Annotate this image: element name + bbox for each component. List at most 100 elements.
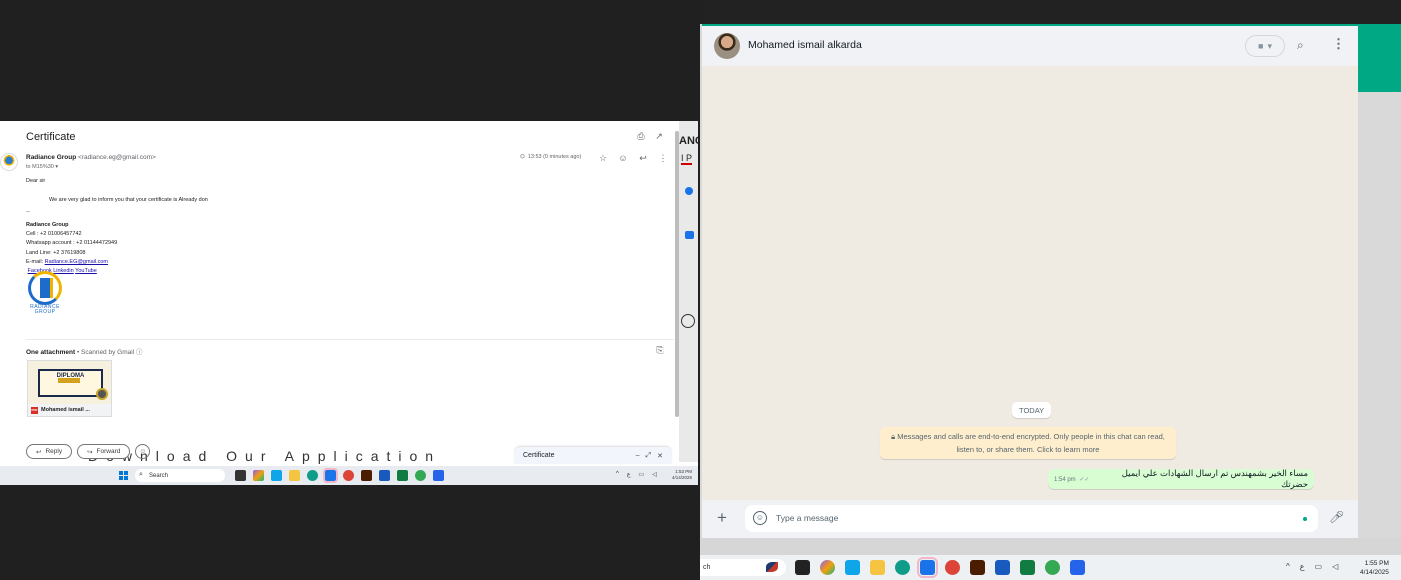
taskbar-clock[interactable]: 1:55 PM 4/14/2025 — [1360, 559, 1389, 577]
message-actions: ☆ ☺ ↩ ⋮ — [598, 153, 668, 163]
print-icon[interactable]: ⎙ — [636, 131, 646, 141]
attachment-thumbnail[interactable]: DIPLOMA PDF Mohamed ismail ... — [27, 360, 112, 417]
recipient: to M15%30 — [26, 164, 54, 170]
file-explorer-icon[interactable] — [289, 470, 300, 481]
language-indicator[interactable]: ع — [627, 471, 631, 478]
sender-email: <radiance.eg@gmail.com> — [78, 154, 156, 161]
label-icon[interactable]: ⌬ — [520, 154, 525, 160]
network-icon[interactable]: ▭ — [1315, 562, 1323, 571]
side-circle-button[interactable] — [681, 314, 695, 328]
compose-window-minimized[interactable]: Certificate – ⤢ ✕ — [515, 447, 671, 464]
chrome-icon[interactable] — [945, 560, 960, 575]
search-icon[interactable]: ⌕ — [1297, 38, 1304, 53]
reply-icon[interactable]: ↩ — [638, 153, 648, 163]
divider — [26, 339, 674, 340]
copilot-icon[interactable] — [253, 470, 264, 481]
task-view-icon[interactable] — [235, 470, 246, 481]
signature-landline: Land Line: +2 37619808 — [26, 249, 86, 256]
info-icon[interactable]: ⓘ — [136, 349, 143, 356]
task-view-icon[interactable] — [795, 560, 810, 575]
message-input-box[interactable]: ☺ Type a message — [745, 505, 1318, 532]
message-text: We are very glad to inform you that your… — [49, 197, 208, 204]
chrome-profile-icon[interactable] — [415, 470, 426, 481]
more-vert-icon[interactable]: ⋮ — [658, 153, 668, 163]
windows-start-icon[interactable] — [119, 471, 128, 480]
illustrator-icon[interactable] — [361, 470, 372, 481]
reply-button[interactable]: ↩ Reply — [26, 444, 73, 459]
taskbar-apps — [795, 557, 1085, 578]
sticker-icon[interactable]: ☺ — [753, 511, 767, 525]
email-link[interactable]: Radiance.EG@gmail.com — [45, 259, 108, 265]
open-new-window-icon[interactable]: ↗ — [654, 131, 664, 141]
encryption-notice[interactable]: 🔒︎ Messages and calls are end-to-end enc… — [880, 427, 1176, 459]
notepad-icon[interactable] — [323, 468, 338, 483]
contact-avatar[interactable] — [714, 33, 740, 59]
chevron-down-icon[interactable]: ▾ — [55, 164, 58, 170]
paint-icon[interactable] — [1070, 560, 1085, 575]
taskbar-search[interactable]: ⌕ Search — [135, 469, 225, 482]
clock-date: 4/14/2025 — [672, 475, 693, 480]
outgoing-message[interactable]: 1:54 pm ✓✓ مساء الخير بشمهندس تم ارسال ا… — [1048, 468, 1314, 489]
edge-icon[interactable] — [307, 470, 318, 481]
clock-date: 4/14/2025 — [1360, 569, 1389, 576]
chat-area: TODAY 🔒︎ Messages and calls are end-to-e… — [702, 66, 1358, 500]
attachments-header: One attachment • Scanned by Gmail ⓘ — [26, 346, 142, 356]
snipping-icon[interactable] — [845, 560, 860, 575]
signature-cell: Cell : +2 01006457742 — [26, 231, 82, 238]
youtube-link[interactable]: YouTube — [75, 268, 97, 274]
expand-icon[interactable]: ⤢ — [646, 452, 652, 460]
copilot-icon[interactable] — [820, 560, 835, 575]
volume-icon[interactable]: ◁ — [1332, 562, 1338, 571]
system-tray: ^ ع ▭ ◁ — [1286, 562, 1338, 571]
excel-icon[interactable] — [1020, 560, 1035, 575]
volume-icon[interactable]: ◁ — [652, 471, 657, 478]
network-icon[interactable]: ▭ — [638, 471, 644, 478]
forward-label: Forward — [96, 448, 121, 455]
illustrator-icon[interactable] — [970, 560, 985, 575]
excel-icon[interactable] — [397, 470, 408, 481]
signature-email: E-mail: Radiance.EG@gmail.com — [26, 258, 208, 267]
file-explorer-icon[interactable] — [870, 560, 885, 575]
clock-time: 1:55 PM — [1364, 560, 1389, 567]
sender-name[interactable]: Radiance Group — [26, 154, 76, 161]
language-indicator[interactable]: ع — [1300, 562, 1305, 571]
greeting: Dear sir — [26, 178, 46, 184]
more-vert-icon[interactable]: ⋮ — [1332, 36, 1345, 52]
side-text-a: ANC — [679, 135, 698, 147]
emoji-button[interactable]: ☺ — [135, 444, 151, 459]
recipient-line[interactable]: to M15%30 ▾ — [26, 164, 58, 170]
minimize-icon[interactable]: – — [636, 452, 640, 460]
contact-name[interactable]: Mohamed ismail alkarda — [748, 39, 862, 51]
star-icon[interactable]: ☆ — [598, 153, 608, 163]
double-check-icon: ✓✓ — [1079, 476, 1090, 483]
logo-mark — [28, 271, 62, 305]
close-icon[interactable]: ✕ — [657, 452, 663, 460]
date-divider: TODAY — [1012, 402, 1052, 418]
right-taskbar: ch ^ ع ▭ ◁ 1:55 PM 4/14/2025 — [700, 555, 1401, 580]
word-icon[interactable] — [379, 470, 390, 481]
side-person-icon — [685, 187, 693, 195]
chevron-up-icon[interactable]: ^ — [1286, 562, 1290, 571]
add-to-drive-icon[interactable]: ⎘ — [655, 345, 665, 355]
chevron-up-icon[interactable]: ^ — [616, 471, 619, 478]
emoji-react-icon[interactable]: ☺ — [618, 153, 628, 163]
snipping-icon[interactable] — [271, 470, 282, 481]
edge-icon[interactable] — [895, 560, 910, 575]
video-call-button[interactable]: ■ ▾ — [1245, 35, 1285, 57]
taskbar-clock[interactable]: 1:53 PM 4/14/2025 — [672, 469, 692, 481]
email-label: E-mail: — [26, 259, 45, 266]
microphone-icon[interactable]: 🎤︎ — [1329, 510, 1344, 524]
forward-button[interactable]: ↪ Forward — [77, 444, 131, 459]
video-camera-icon: ■ — [1258, 41, 1264, 51]
chrome-profile-icon[interactable] — [1045, 560, 1060, 575]
message-input[interactable]: Type a message — [776, 513, 838, 523]
notepad-icon[interactable] — [917, 557, 938, 578]
email-body: Dear sir We are very glad to inform you … — [26, 177, 208, 277]
signature-whatsapp: Whatsapp account : +2 01144472949 — [26, 240, 118, 247]
attach-plus-icon[interactable]: + — [717, 509, 727, 527]
sender-avatar[interactable] — [0, 153, 18, 171]
word-icon[interactable] — [995, 560, 1010, 575]
chrome-icon[interactable] — [343, 470, 354, 481]
email-subject: Certificate — [26, 131, 76, 143]
paint-icon[interactable] — [433, 470, 444, 481]
